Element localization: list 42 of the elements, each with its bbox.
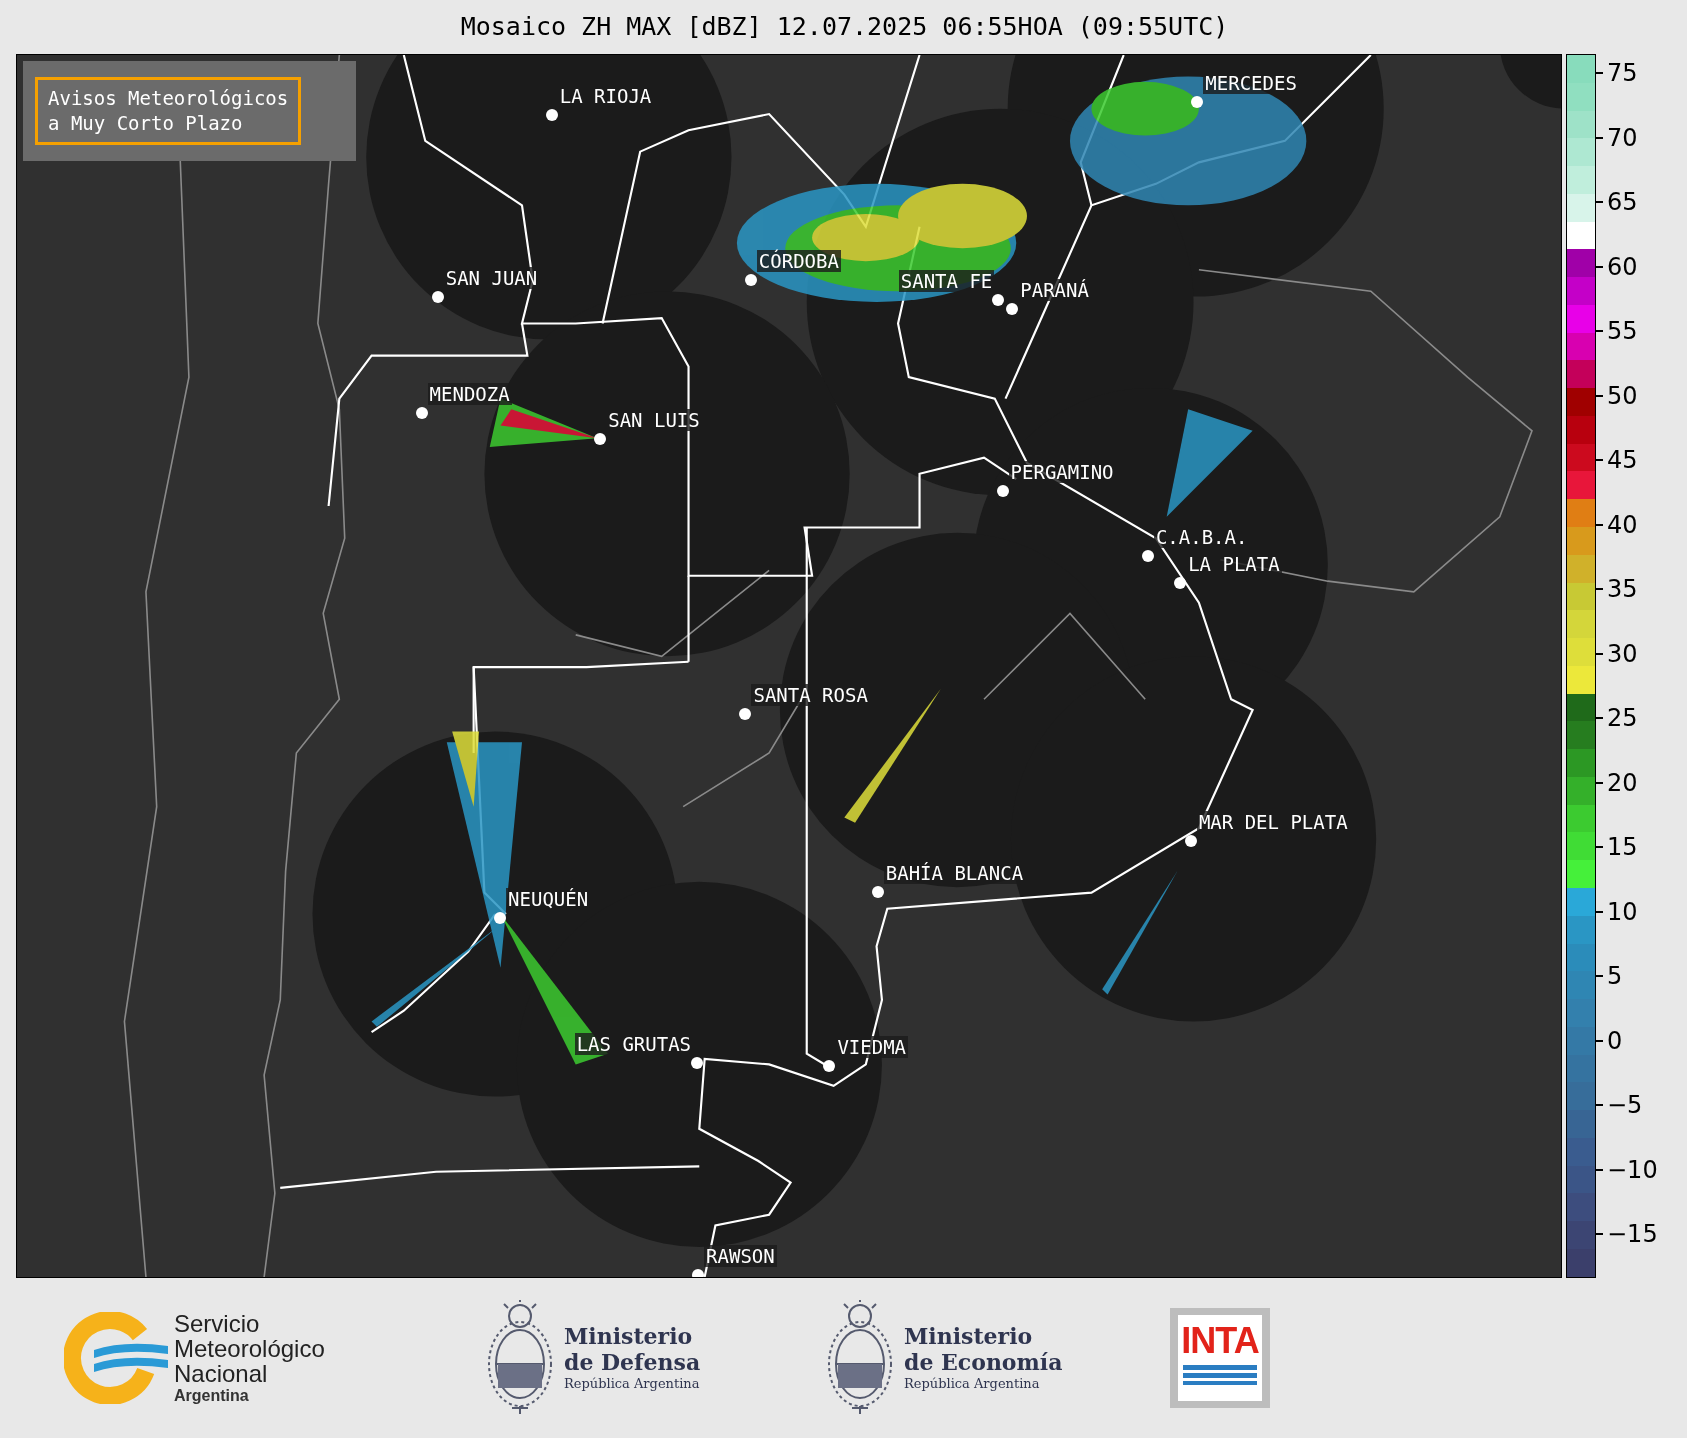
logo-text: Servicio — [174, 1310, 261, 1336]
city-label: VIEDMA — [835, 1036, 908, 1059]
logo-text: INTA — [1181, 1321, 1259, 1361]
scale-tick-label: 45 — [1607, 446, 1638, 475]
scale-tick-label: 35 — [1607, 575, 1638, 604]
scale-tick-label: 15 — [1607, 833, 1638, 862]
scale-tick-label: 75 — [1607, 59, 1638, 88]
city-label: BAHÍA BLANCA — [883, 861, 1026, 884]
logo-text: Meteorológico — [174, 1335, 325, 1361]
scale-tick-label: −10 — [1607, 1155, 1658, 1184]
notice-text: Avisos Meteorológicos a Muy Corto Plazo — [35, 77, 302, 145]
scale-tick-label: 50 — [1607, 381, 1638, 410]
logo-text: de Economía — [904, 1349, 1063, 1375]
scale-tick-label: 20 — [1607, 768, 1638, 797]
logo-text: Argentina — [174, 1385, 250, 1406]
scale-tick-label: 25 — [1607, 704, 1638, 733]
scale-tick-label: 60 — [1607, 252, 1638, 281]
logo-text: República Argentina — [564, 1375, 701, 1393]
logo-text: República Argentina — [904, 1375, 1041, 1393]
scale-tick-label: 40 — [1607, 510, 1638, 539]
stripes-icon — [1183, 1365, 1257, 1385]
logo-text: de Defensa — [564, 1349, 701, 1375]
scale-tick-label: −15 — [1607, 1220, 1658, 1249]
scale-tick-label: 30 — [1607, 639, 1638, 668]
scale-tick-label: 55 — [1607, 317, 1638, 346]
logo-text: Ministerio — [904, 1323, 1034, 1349]
scale-tick-label: 70 — [1607, 123, 1638, 152]
city-marker — [692, 1268, 705, 1277]
city-label: SAN LUIS — [606, 409, 702, 431]
scale-tick-label: 65 — [1607, 188, 1638, 217]
chart-title: Mosaico ZH MAX [dBZ] 12.07.2025 06:55HOA (09:55UTC) — [459, 11, 1229, 44]
scale-tick-label: 0 — [1607, 1026, 1623, 1055]
logo-text: Ministerio — [564, 1323, 694, 1349]
city-label: RAWSON — [704, 1244, 777, 1267]
city-label: MAR DEL PLATA — [1196, 811, 1350, 834]
city-label: SANTA FE — [898, 270, 995, 293]
scale-tick-label: −5 — [1607, 1091, 1643, 1120]
scale-tick-label: 10 — [1607, 897, 1638, 926]
city-label: MENDOZA — [427, 383, 512, 406]
logo-text: Nacional — [174, 1360, 268, 1386]
scale-tick-label: 5 — [1607, 962, 1623, 991]
city-label: SANTA ROSA — [751, 684, 870, 707]
